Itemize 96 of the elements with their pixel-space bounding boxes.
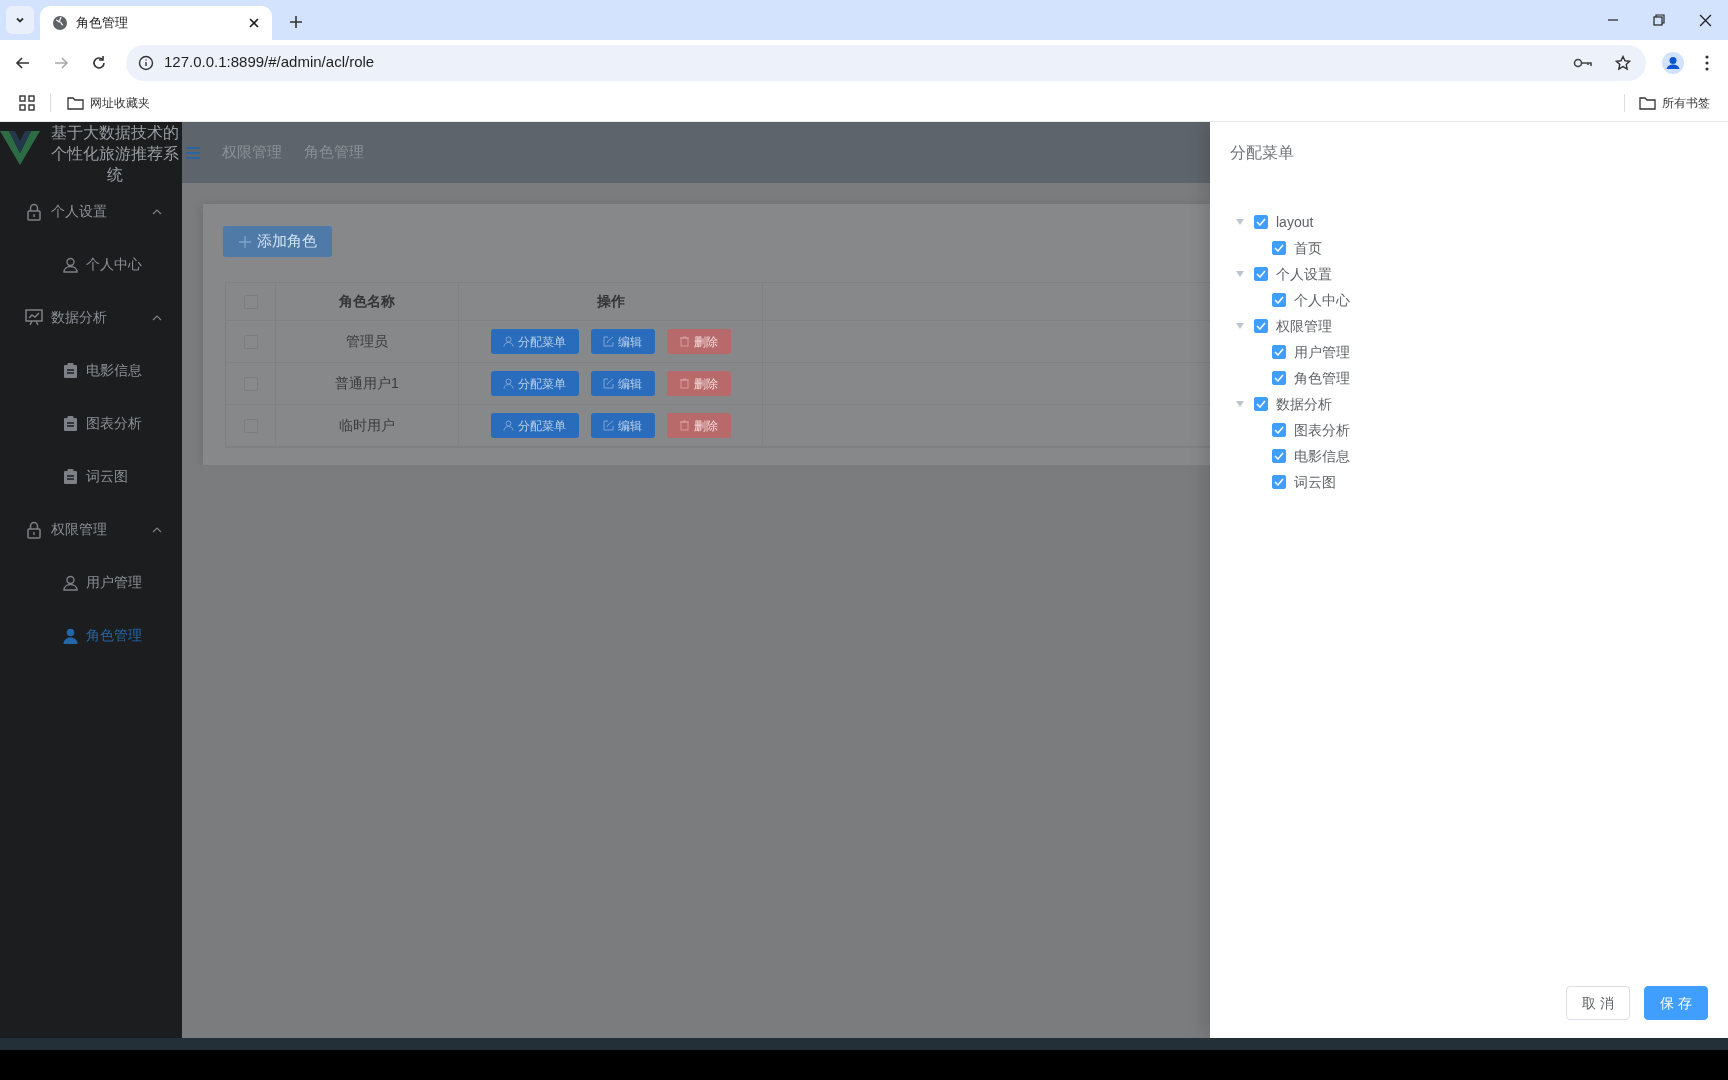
edit-button[interactable]: 编辑	[590, 371, 655, 396]
bookmark-folder[interactable]: 网址收藏夹	[65, 94, 152, 112]
checkbox[interactable]	[1272, 293, 1286, 307]
tree-node-label: 词云图	[1294, 472, 1336, 492]
chart-icon	[25, 309, 43, 326]
lock-icon	[25, 202, 43, 221]
tree-node-label: 首页	[1294, 238, 1322, 258]
delete-button[interactable]: 删除	[666, 329, 731, 354]
clipboard-icon	[62, 416, 78, 431]
lock-icon	[25, 520, 43, 539]
assign-menu-button[interactable]: 分配菜单	[490, 329, 579, 354]
folder-icon	[1639, 96, 1656, 110]
clipboard-icon	[62, 363, 78, 378]
user-icon	[62, 574, 78, 591]
tab-title: 角色管理	[76, 14, 129, 33]
add-role-button[interactable]: 添加角色	[223, 226, 332, 257]
assign-menu-button[interactable]: 分配菜单	[490, 371, 579, 396]
edit-icon	[603, 336, 614, 347]
assign-menu-button[interactable]: 分配菜单	[490, 413, 579, 438]
expand-arrow-icon[interactable]	[1236, 271, 1244, 277]
checkbox[interactable]	[1272, 423, 1286, 437]
edit-button[interactable]: 编辑	[590, 329, 655, 354]
menu-item[interactable]: 个人中心	[0, 238, 182, 291]
tree-node-label: 个人中心	[1294, 290, 1350, 310]
close-icon[interactable]	[1698, 13, 1712, 27]
apps-icon[interactable]	[18, 94, 36, 112]
tree-node-label: 角色管理	[1294, 368, 1350, 388]
checkbox[interactable]	[1254, 215, 1268, 229]
tree-node-label: layout	[1276, 212, 1314, 232]
bookmark-folder[interactable]: 所有书签	[1639, 94, 1710, 112]
trash-icon	[679, 378, 690, 389]
chevron-up-icon	[152, 208, 162, 215]
app-title: 基于大数据技术的个性化旅游推荐系统	[50, 123, 180, 185]
user-icon	[503, 420, 514, 431]
menu-item[interactable]: 用户管理	[0, 556, 182, 609]
table-cell-text: 临时用户	[339, 416, 395, 435]
column-header: 操作	[596, 292, 625, 311]
expand-arrow-icon[interactable]	[1236, 219, 1244, 225]
menu-item[interactable]: 角色管理	[0, 609, 182, 662]
expand-arrow-icon[interactable]	[1236, 401, 1244, 407]
tree-node-label: 电影信息	[1294, 446, 1350, 466]
column-header: 角色名称	[339, 292, 395, 311]
edit-icon	[603, 420, 614, 431]
menu-item[interactable]: 词云图	[0, 450, 182, 503]
tree-node-label: 用户管理	[1294, 342, 1350, 362]
menu-item[interactable]: 图表分析	[0, 397, 182, 450]
chevron-up-icon	[152, 314, 162, 321]
drawer-title: 分配菜单	[1230, 143, 1294, 163]
tree-node-label: 个人设置	[1276, 264, 1332, 284]
restore-icon[interactable]	[1653, 14, 1665, 26]
trash-icon	[679, 336, 690, 347]
edit-icon	[603, 378, 614, 389]
menu-group[interactable]: 个人设置	[0, 185, 182, 238]
menu-item[interactable]: 电影信息	[0, 344, 182, 397]
plus-icon[interactable]	[289, 15, 303, 29]
edit-button[interactable]: 编辑	[590, 413, 655, 438]
forward-arrow-icon[interactable]	[53, 54, 69, 71]
reload-icon[interactable]	[91, 54, 107, 71]
checkbox[interactable]	[1272, 475, 1286, 489]
user-icon	[503, 336, 514, 347]
table-cell-text: 普通用户1	[335, 374, 399, 393]
tab-list-button[interactable]	[6, 6, 34, 34]
chevron-up-icon	[152, 526, 162, 533]
checkbox[interactable]	[1272, 241, 1286, 255]
checkbox[interactable]	[1254, 397, 1268, 411]
url-text: 127.0.0.1:8899/#/admin/acl/role	[164, 52, 375, 73]
close-icon[interactable]	[248, 17, 260, 29]
trash-icon	[679, 420, 690, 431]
tree-node-label: 图表分析	[1294, 420, 1350, 440]
checkbox[interactable]	[1272, 345, 1286, 359]
save-button[interactable]: 保 存	[1644, 986, 1708, 1020]
cancel-button[interactable]: 取 消	[1566, 986, 1630, 1020]
expand-arrow-icon[interactable]	[1236, 323, 1244, 329]
info-icon[interactable]	[138, 54, 154, 71]
delete-button[interactable]: 删除	[666, 413, 731, 438]
user-icon	[62, 627, 78, 644]
user-icon	[503, 378, 514, 389]
tree-node-label: 数据分析	[1276, 394, 1332, 414]
menu-group[interactable]: 权限管理	[0, 503, 182, 556]
globe-icon	[52, 15, 68, 31]
address-bar[interactable]: 127.0.0.1:8899/#/admin/acl/role	[126, 44, 1646, 81]
user-icon	[62, 256, 78, 273]
back-arrow-icon[interactable]	[15, 54, 31, 71]
clipboard-icon	[62, 469, 78, 484]
delete-button[interactable]: 删除	[666, 371, 731, 396]
checkbox[interactable]	[1272, 449, 1286, 463]
checkbox[interactable]	[1254, 267, 1268, 281]
tree-node-label: 权限管理	[1276, 316, 1332, 336]
table-cell-text: 管理员	[346, 332, 388, 351]
folder-icon	[67, 96, 84, 110]
profile-icon[interactable]	[1662, 51, 1684, 74]
plus-icon	[238, 235, 251, 248]
menu-group[interactable]: 数据分析	[0, 291, 182, 344]
browser-tab[interactable]: 角色管理	[40, 6, 272, 40]
checkbox[interactable]	[1272, 371, 1286, 385]
checkbox[interactable]	[1254, 319, 1268, 333]
